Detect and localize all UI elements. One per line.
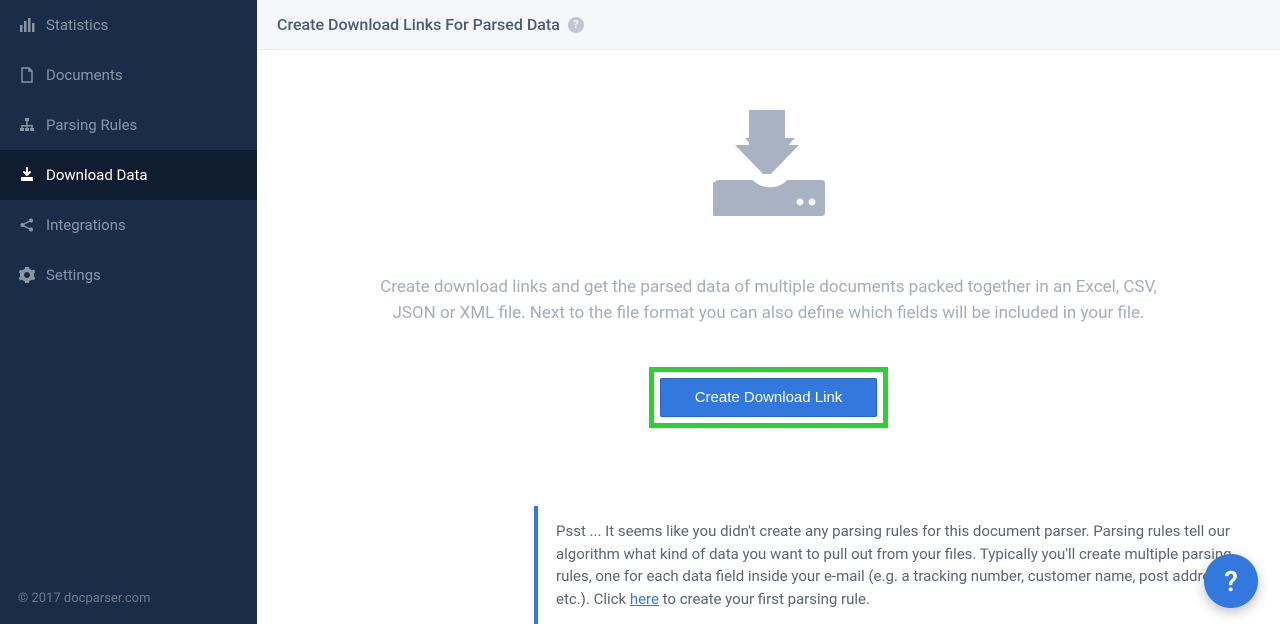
sidebar-item-label: Download Data bbox=[46, 166, 148, 184]
sidebar: Statistics Documents Parsing Rules Downl… bbox=[0, 0, 257, 624]
main: Create Download Links For Parsed Data ? bbox=[257, 0, 1280, 624]
help-fab-label: ? bbox=[1224, 565, 1238, 598]
sidebar-item-download-data[interactable]: Download Data bbox=[0, 150, 257, 200]
sidebar-item-label: Documents bbox=[46, 66, 123, 84]
sidebar-footer: © 2017 docparser.com bbox=[0, 573, 257, 624]
gear-icon bbox=[18, 267, 36, 283]
share-icon bbox=[18, 217, 36, 233]
sidebar-item-documents[interactable]: Documents bbox=[0, 50, 257, 100]
sidebar-item-label: Parsing Rules bbox=[46, 116, 137, 134]
sidebar-item-label: Integrations bbox=[46, 216, 126, 234]
sidebar-item-statistics[interactable]: Statistics bbox=[0, 0, 257, 50]
bar-chart-icon bbox=[18, 17, 36, 33]
sidebar-item-label: Statistics bbox=[46, 16, 108, 34]
info-alert: Psst ... It seems like you didn't create… bbox=[534, 506, 1260, 624]
create-download-link-button[interactable]: Create Download Link bbox=[660, 378, 878, 417]
alert-link-here[interactable]: here bbox=[630, 590, 659, 608]
sitemap-icon bbox=[18, 117, 36, 133]
sidebar-item-parsing-rules[interactable]: Parsing Rules bbox=[0, 100, 257, 150]
sidebar-item-integrations[interactable]: Integrations bbox=[0, 200, 257, 250]
help-icon[interactable]: ? bbox=[568, 17, 584, 33]
cta-highlight-box: Create Download Link bbox=[649, 367, 889, 428]
hero-description: Create download links and get the parsed… bbox=[359, 274, 1179, 327]
alert-text-after: to create your first parsing rule. bbox=[659, 590, 870, 608]
download-hero-icon bbox=[707, 110, 830, 224]
download-icon bbox=[18, 167, 36, 183]
sidebar-item-label: Settings bbox=[46, 266, 101, 284]
help-fab-button[interactable]: ? bbox=[1204, 554, 1258, 608]
sidebar-item-settings[interactable]: Settings bbox=[0, 250, 257, 300]
document-icon bbox=[18, 67, 36, 83]
page-header: Create Download Links For Parsed Data ? bbox=[257, 0, 1280, 50]
page-title: Create Download Links For Parsed Data bbox=[277, 15, 560, 34]
